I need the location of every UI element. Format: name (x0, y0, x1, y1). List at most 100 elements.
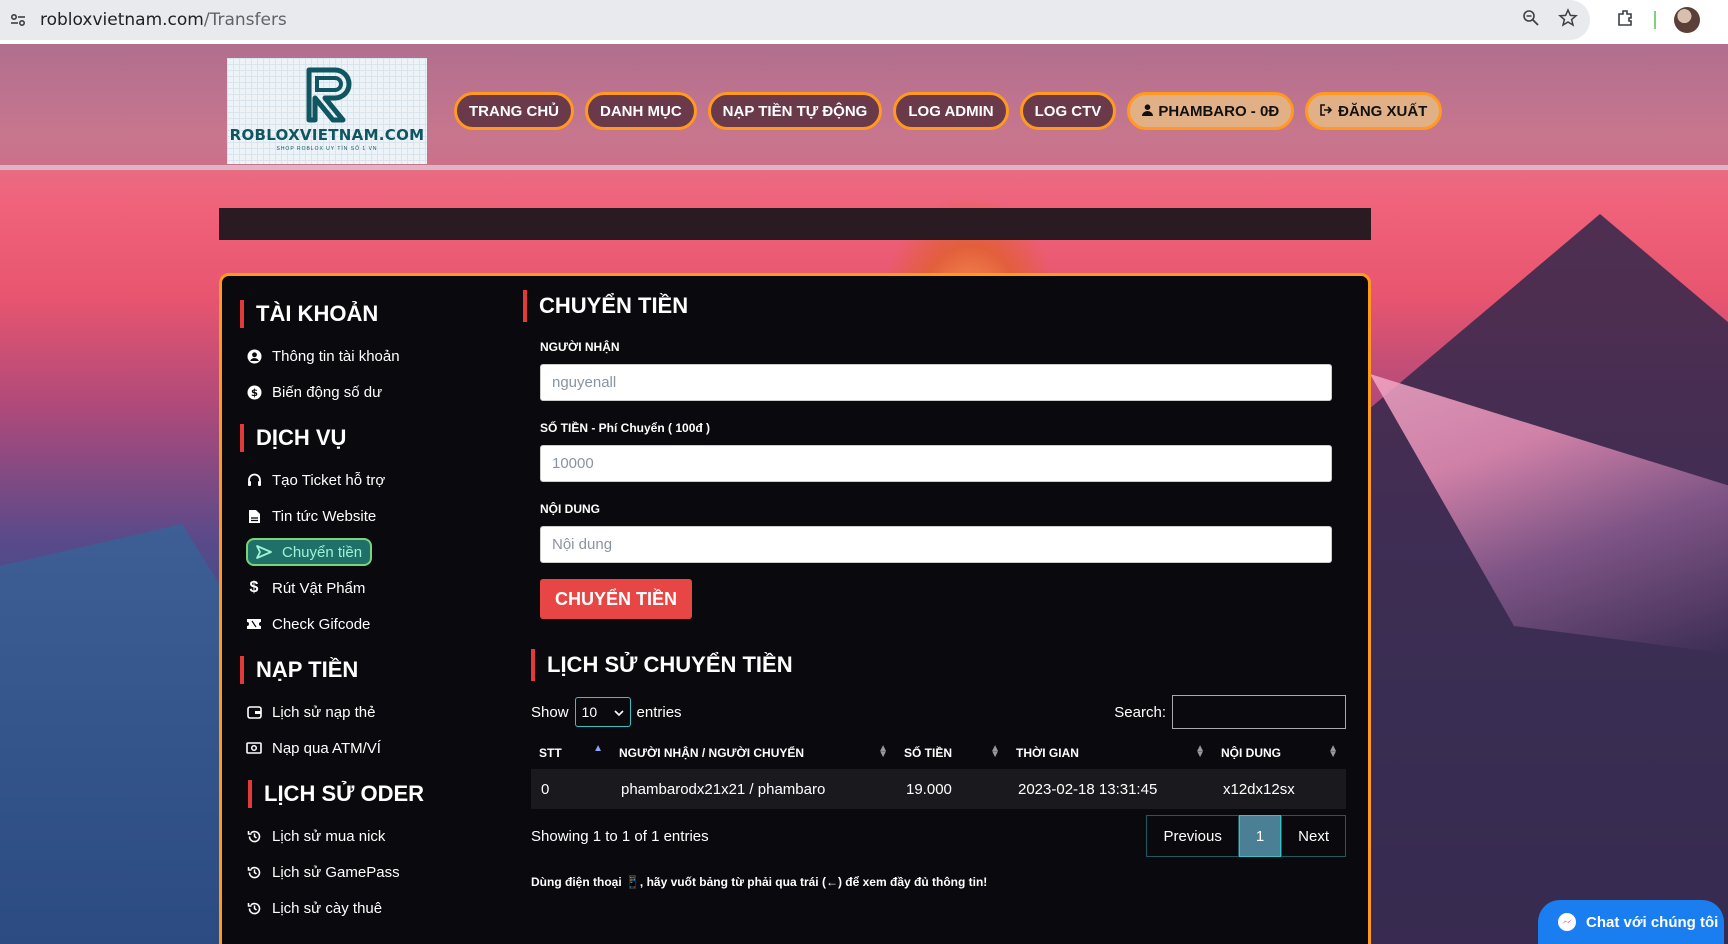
nav-account[interactable]: PHAMBARO - 0Đ (1127, 92, 1295, 130)
col-time[interactable]: THỜI GIAN ▲ ▼ (1008, 737, 1213, 769)
transfer-submit-button[interactable]: CHUYỂN TIỀN (540, 579, 693, 619)
extensions-icon[interactable] (1616, 8, 1636, 33)
address-bar[interactable]: robloxvietnam.com/Transfers (0, 0, 1590, 40)
user-circle-icon (246, 349, 262, 364)
nav-auto-topup[interactable]: NẠP TIỀN TỰ ĐỘNG (707, 92, 883, 130)
svg-text:$: $ (251, 388, 258, 399)
sidebar-item-label: Biến động số dư (272, 383, 383, 401)
nav-logout[interactable]: ĐĂNG XUẤT (1305, 92, 1443, 130)
file-icon (246, 509, 262, 524)
amount-input[interactable] (540, 445, 1332, 482)
zoom-icon[interactable] (1522, 9, 1540, 32)
history-title: LỊCH SỬ CHUYỂN TIỀN (531, 649, 1343, 681)
chat-label: Chat với chúng tôi (1586, 913, 1719, 931)
logout-icon (1320, 103, 1333, 120)
mobile-tip: Dùng điện thoại 📱, hãy vuốt bảng từ phải… (531, 875, 988, 889)
cell-amount: 19.000 (896, 769, 1008, 809)
url-path: /Transfers (203, 10, 287, 30)
col-stt[interactable]: STT ▲ (531, 737, 611, 769)
divider (1654, 11, 1656, 29)
transfer-content: CHUYỂN TIỀN NGƯỜI NHẬN SỐ TIỀN - Phí Chu… (523, 290, 1346, 889)
sidebar-item-withdraw[interactable]: $ Rút Vật Phẩm (240, 570, 480, 606)
nav-log-ctv-label: LOG CTV (1034, 102, 1102, 120)
bookmark-star-icon[interactable] (1558, 7, 1578, 33)
search-input[interactable] (1172, 695, 1346, 729)
nav-categories[interactable]: DANH MỤC (585, 92, 697, 130)
sidebar-item-transfer[interactable]: Chuyển tiền (246, 538, 373, 566)
messenger-icon (1558, 913, 1576, 931)
history-icon (246, 865, 262, 880)
nav-home-label: TRANG CHỦ (469, 102, 559, 120)
site-header: ROBLOXVIETNAM.COM SHOP ROBLOX UY TÍN SỐ … (0, 44, 1728, 170)
send-icon (256, 545, 272, 559)
sidebar-heading-services: DỊCH VỤ (240, 424, 480, 452)
chevron-down-icon (613, 704, 624, 720)
nav-categories-label: DANH MỤC (600, 102, 682, 120)
col-label: NGƯỜI NHẬN / NGƯỜI CHUYỂN (619, 746, 805, 760)
pagination: Previous 1 Next (1146, 815, 1346, 857)
col-label: STT (539, 746, 562, 760)
notice-bar (219, 208, 1371, 240)
sidebar-item-card-history[interactable]: Lịch sử nạp thẻ (240, 694, 480, 730)
site-info-icon[interactable] (2, 4, 34, 36)
logo-subtext: SHOP ROBLOX UY TÍN SỐ 1 VN (276, 146, 378, 152)
nav-auto-topup-label: NẠP TIỀN TỰ ĐỘNG (722, 102, 868, 120)
show-label: Show (531, 703, 569, 721)
table-controls: Show 10 entries Search: (531, 695, 1346, 729)
site-logo[interactable]: ROBLOXVIETNAM.COM SHOP ROBLOX UY TÍN SỐ … (227, 58, 427, 164)
sidebar: TÀI KHOẢN Thông tin tài khoản $ Biến độn… (240, 300, 480, 926)
main-panel: TÀI KHOẢN Thông tin tài khoản $ Biến độn… (219, 273, 1371, 944)
sidebar-item-news[interactable]: Tin tức Website (240, 498, 480, 534)
headset-icon (246, 473, 262, 488)
col-parties[interactable]: NGƯỜI NHẬN / NGƯỜI CHUYỂN ▲ ▼ (611, 737, 896, 769)
nav-log-ctv[interactable]: LOG CTV (1019, 92, 1117, 130)
logo-text: ROBLOXVIETNAM.COM (229, 126, 425, 144)
recipient-input[interactable] (540, 364, 1332, 401)
url-domain: robloxvietnam.com (40, 10, 204, 30)
entries-select[interactable]: 10 (574, 697, 631, 727)
nav-log-admin[interactable]: LOG ADMIN (893, 92, 1009, 130)
transfer-form: NGƯỜI NHẬN SỐ TIỀN - Phí Chuyển ( 100đ )… (540, 340, 1332, 619)
transfer-history-table: STT ▲ NGƯỜI NHẬN / NGƯỜI CHUYỂN ▲ ▼ SỐ TIỀN… (531, 737, 1346, 809)
sidebar-item-giftcode[interactable]: Check Gifcode (240, 606, 480, 642)
sidebar-item-atm-topup[interactable]: Nạp qua ATM/VÍ (240, 730, 480, 766)
page-1-button[interactable]: 1 (1238, 815, 1282, 857)
sort-asc-icon: ▲ (593, 743, 603, 754)
sidebar-item-boosting-history[interactable]: Lịch sử cày thuê (240, 890, 480, 926)
sidebar-item-label: Nạp qua ATM/VÍ (272, 739, 381, 757)
sidebar-item-account-info[interactable]: Thông tin tài khoản (240, 338, 480, 374)
sidebar-item-nick-history[interactable]: Lịch sử mua nick (240, 818, 480, 854)
sidebar-item-label: Tạo Ticket hỗ trợ (272, 471, 386, 489)
sidebar-heading-account: TÀI KHOẢN (240, 300, 480, 328)
main-nav: TRANG CHỦ DANH MỤC NẠP TIỀN TỰ ĐỘNG LOG … (454, 92, 1443, 130)
next-page-button[interactable]: Next (1281, 815, 1346, 857)
note-input[interactable] (540, 526, 1332, 563)
sidebar-item-label: Lịch sử nạp thẻ (272, 703, 376, 721)
col-label: SỐ TIỀN (904, 746, 953, 760)
col-amount[interactable]: SỐ TIỀN ▲ ▼ (896, 737, 1008, 769)
amount-label: SỐ TIỀN - Phí Chuyển ( 100đ ) (540, 421, 711, 435)
nav-home[interactable]: TRANG CHỦ (454, 92, 574, 130)
chat-button[interactable]: Chat với chúng tôi (1538, 900, 1724, 944)
col-label: NỘI DUNG (1221, 746, 1281, 760)
sort-icon: ▲ ▼ (1328, 743, 1338, 760)
profile-avatar[interactable] (1674, 7, 1700, 33)
sort-icon: ▲ ▼ (1195, 743, 1205, 760)
col-content[interactable]: NỘI DUNG ▲ ▼ (1213, 737, 1346, 769)
sidebar-item-gamepass-history[interactable]: Lịch sử GamePass (240, 854, 480, 890)
page-length-control: Show 10 entries (531, 697, 682, 727)
table-header-row: STT ▲ NGƯỜI NHẬN / NGƯỜI CHUYỂN ▲ ▼ SỐ TIỀN… (531, 737, 1346, 769)
history-icon (246, 901, 262, 916)
sidebar-heading-orders: LỊCH SỬ ODER (248, 780, 480, 808)
sidebar-item-balance-history[interactable]: $ Biến động số dư (240, 374, 480, 410)
col-label: THỜI GIAN (1016, 746, 1079, 760)
entries-label: entries (636, 703, 682, 721)
user-icon (1142, 103, 1154, 120)
url-text[interactable]: robloxvietnam.com/Transfers (40, 10, 287, 30)
search-label: Search: (1114, 703, 1166, 721)
cell-content: x12dx12sx (1213, 769, 1346, 809)
sidebar-item-label: Lịch sử GamePass (272, 863, 400, 881)
prev-page-button[interactable]: Previous (1146, 815, 1239, 857)
sidebar-item-support-ticket[interactable]: Tạo Ticket hỗ trợ (240, 462, 480, 498)
dollar-icon: $ (249, 579, 259, 596)
